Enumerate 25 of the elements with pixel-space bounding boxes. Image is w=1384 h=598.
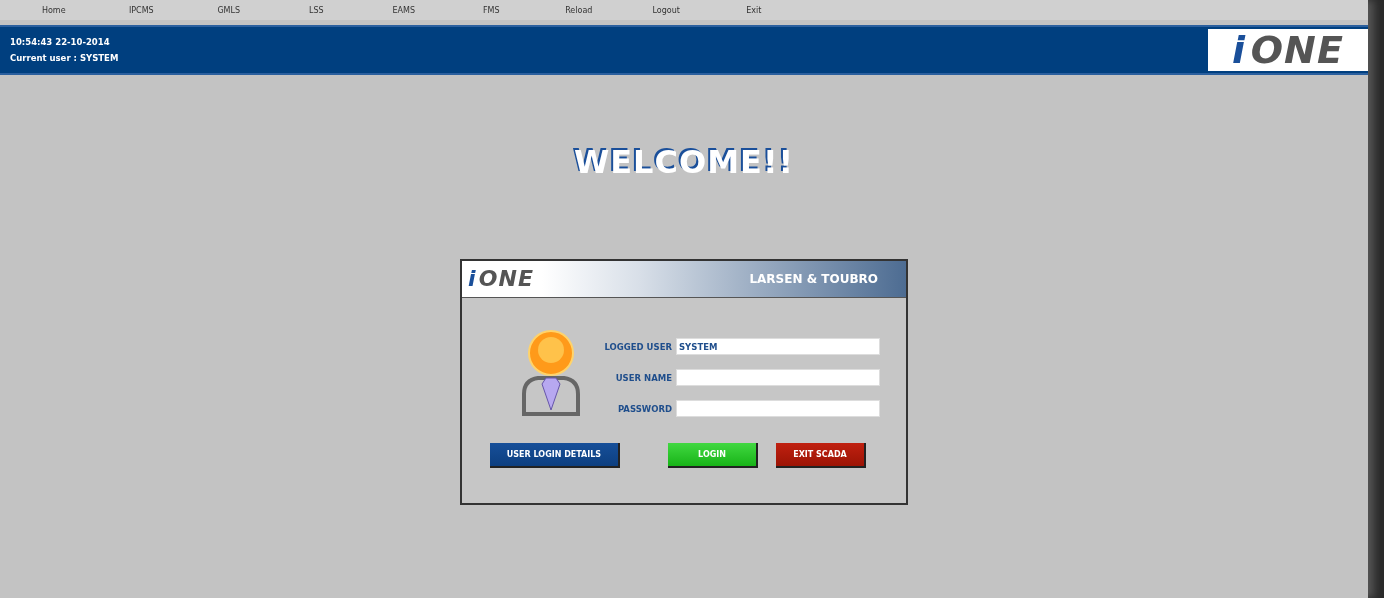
company-name: LARSEN & TOUBRO bbox=[749, 272, 878, 286]
field-label: PASSWORD bbox=[616, 403, 672, 414]
menu-item[interactable]: Home bbox=[10, 5, 98, 15]
datetime: 10:54:43 22-10-2014 bbox=[10, 37, 111, 47]
menu-item[interactable]: FMS bbox=[447, 5, 535, 15]
action-button[interactable]: USER LOGIN DETAILS bbox=[490, 443, 620, 468]
menu-item[interactable]: Reload bbox=[535, 5, 623, 15]
action-button[interactable]: EXIT SCADA bbox=[776, 443, 866, 468]
input-field[interactable]: SYSTEM bbox=[676, 338, 880, 355]
menu-item[interactable]: Exit bbox=[710, 5, 798, 15]
menu-item[interactable]: Logout bbox=[622, 5, 710, 15]
menu-item[interactable]: GMLS bbox=[185, 5, 273, 15]
welcome-title: WELCOME!! bbox=[573, 143, 795, 181]
logo-word: ONE bbox=[478, 268, 534, 290]
menu-item[interactable]: LSS bbox=[272, 5, 360, 15]
logo-mark: i bbox=[1232, 31, 1246, 69]
logo-word: ONE bbox=[1250, 31, 1344, 69]
input-field[interactable] bbox=[676, 400, 880, 417]
field-label: LOGGED USER bbox=[603, 341, 672, 352]
input-field[interactable] bbox=[676, 369, 880, 386]
field-label: USER NAME bbox=[614, 372, 672, 383]
current-user: Current user : SYSTEM bbox=[10, 53, 119, 63]
logo-mark: i bbox=[468, 268, 476, 290]
menu-item[interactable]: EAMS bbox=[360, 5, 448, 15]
menu-item[interactable]: IPCMS bbox=[97, 5, 185, 15]
